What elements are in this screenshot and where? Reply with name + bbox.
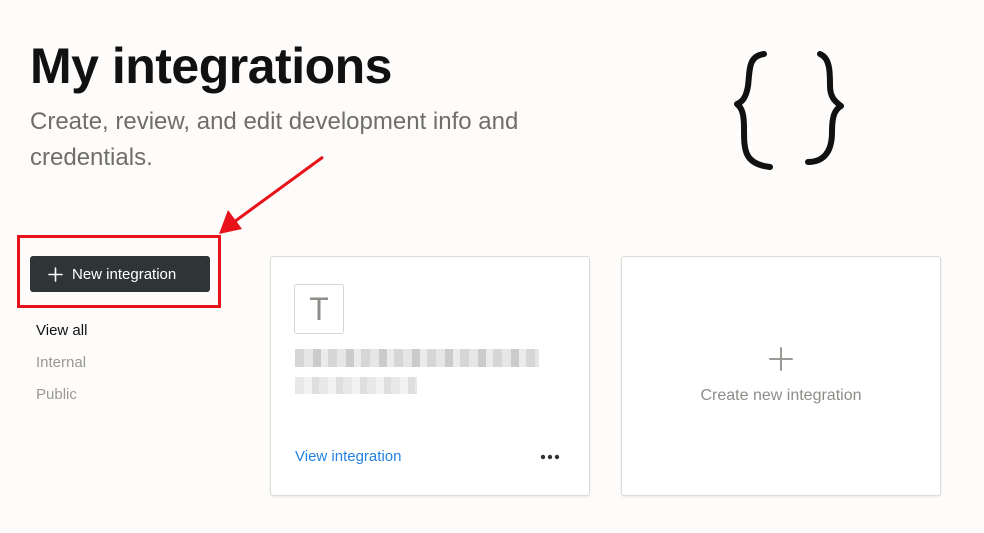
plus-icon [769, 347, 793, 371]
filter-view-all[interactable]: View all [36, 320, 87, 352]
integrations-page: My integrations Create, review, and edit… [0, 0, 984, 533]
filter-internal[interactable]: Internal [36, 352, 87, 384]
page-title: My integrations [30, 38, 392, 94]
more-options-button[interactable] [535, 445, 565, 469]
page-subtitle: Create, review, and edit development inf… [30, 108, 519, 171]
redacted-integration-name [295, 349, 539, 367]
integration-card: T View integration [270, 256, 590, 496]
filter-nav: View all Internal Public [36, 320, 87, 416]
more-horizontal-icon [540, 454, 560, 460]
new-integration-label: New integration [72, 265, 177, 283]
create-integration-card[interactable]: Create new integration [621, 256, 941, 496]
redacted-integration-workspace [295, 377, 417, 394]
plus-icon [48, 266, 63, 282]
integration-avatar: T [294, 284, 344, 334]
new-integration-button[interactable]: New integration [30, 256, 210, 292]
filter-public[interactable]: Public [36, 384, 87, 416]
view-integration-link[interactable]: View integration [295, 448, 401, 465]
create-integration-label: Create new integration [700, 387, 862, 404]
curly-braces-icon [734, 51, 844, 170]
